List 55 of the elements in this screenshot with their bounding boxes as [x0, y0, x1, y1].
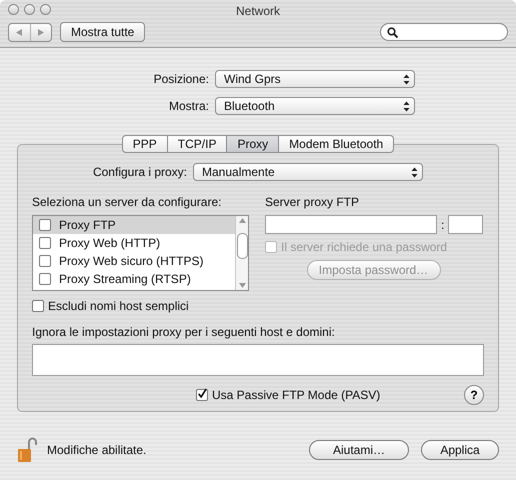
forward-icon[interactable] [38, 28, 44, 36]
server-heading: Server proxy FTP [265, 195, 360, 209]
server-list-item[interactable]: Proxy Web (HTTP) [33, 234, 235, 252]
location-label: Posizione: [152, 72, 209, 86]
passive-ftp-label: Usa Passive FTP Mode (PASV) [212, 388, 380, 402]
back-forward-control[interactable] [8, 22, 52, 42]
server-name: Proxy Web (HTTP) [59, 236, 160, 250]
location-popup[interactable]: Wind Gprs [215, 70, 415, 88]
footer-button[interactable]: Aiutami… [309, 440, 409, 460]
checkbox[interactable] [39, 237, 51, 249]
server-list-item[interactable]: Proxy Web sicuro (HTTPS) [33, 252, 235, 270]
bypass-hosts-field[interactable] [32, 344, 484, 376]
configure-proxy-popup[interactable]: Manualmente [193, 163, 424, 181]
padlock-icon [17, 437, 37, 463]
server-list-item[interactable]: Proxy Streaming (RTSP) [33, 270, 235, 288]
window-control-button[interactable] [8, 4, 19, 15]
tab[interactable]: PPP [122, 135, 168, 153]
help-button[interactable]: ? [464, 385, 484, 405]
scroll-up-icon[interactable] [238, 218, 246, 223]
proxy-port-field[interactable] [448, 215, 484, 234]
checkbox[interactable] [39, 219, 51, 231]
window-control-button[interactable] [40, 4, 51, 15]
scroll-down-icon[interactable] [238, 283, 246, 288]
checkbox[interactable] [32, 300, 44, 312]
password-required-label: Il server richiede una password [281, 240, 448, 254]
bypass-label: Ignora le impostazioni proxy per i seguenti host e domini: [32, 325, 336, 339]
checkbox[interactable] [39, 273, 51, 285]
server-name: Proxy Streaming (RTSP) [59, 272, 191, 286]
show-all-button[interactable]: Mostra tutte [60, 22, 146, 42]
search-icon [387, 26, 398, 38]
show-popup[interactable]: Bluetooth [215, 97, 415, 115]
configure-proxy-label: Configura i proxy: [92, 165, 188, 179]
tab[interactable]: Proxy [227, 135, 280, 153]
popup-arrows-icon [403, 74, 410, 84]
scrollbar[interactable] [235, 216, 248, 290]
window-title: Network [234, 4, 281, 18]
footer-button[interactable]: Applica [421, 440, 499, 460]
server-name: Proxy FTP [59, 218, 116, 232]
proxy-address-field[interactable] [265, 215, 437, 234]
port-separator: : [441, 218, 444, 232]
checkbox[interactable] [196, 389, 208, 401]
exclude-simple-hosts-label: Escludi nomi host semplici [48, 299, 189, 313]
popup-arrows-icon [411, 166, 418, 178]
popup-arrows-icon [403, 100, 410, 112]
server-name: Proxy Web sicuro (HTTPS) [59, 254, 204, 268]
tab[interactable]: TCP/IP [168, 135, 228, 153]
server-list-label: Seleziona un server da configurare: [32, 195, 222, 209]
show-label: Mostra: [168, 99, 209, 113]
lock-status-label: Modifiche abilitate. [47, 443, 146, 457]
window-control-button[interactable] [24, 4, 35, 15]
tab[interactable]: Modem Bluetooth [279, 135, 394, 153]
back-icon[interactable] [16, 28, 22, 36]
server-list-item[interactable]: Proxy FTP [33, 216, 235, 234]
search-field[interactable] [380, 23, 508, 41]
checkbox[interactable] [39, 255, 51, 267]
